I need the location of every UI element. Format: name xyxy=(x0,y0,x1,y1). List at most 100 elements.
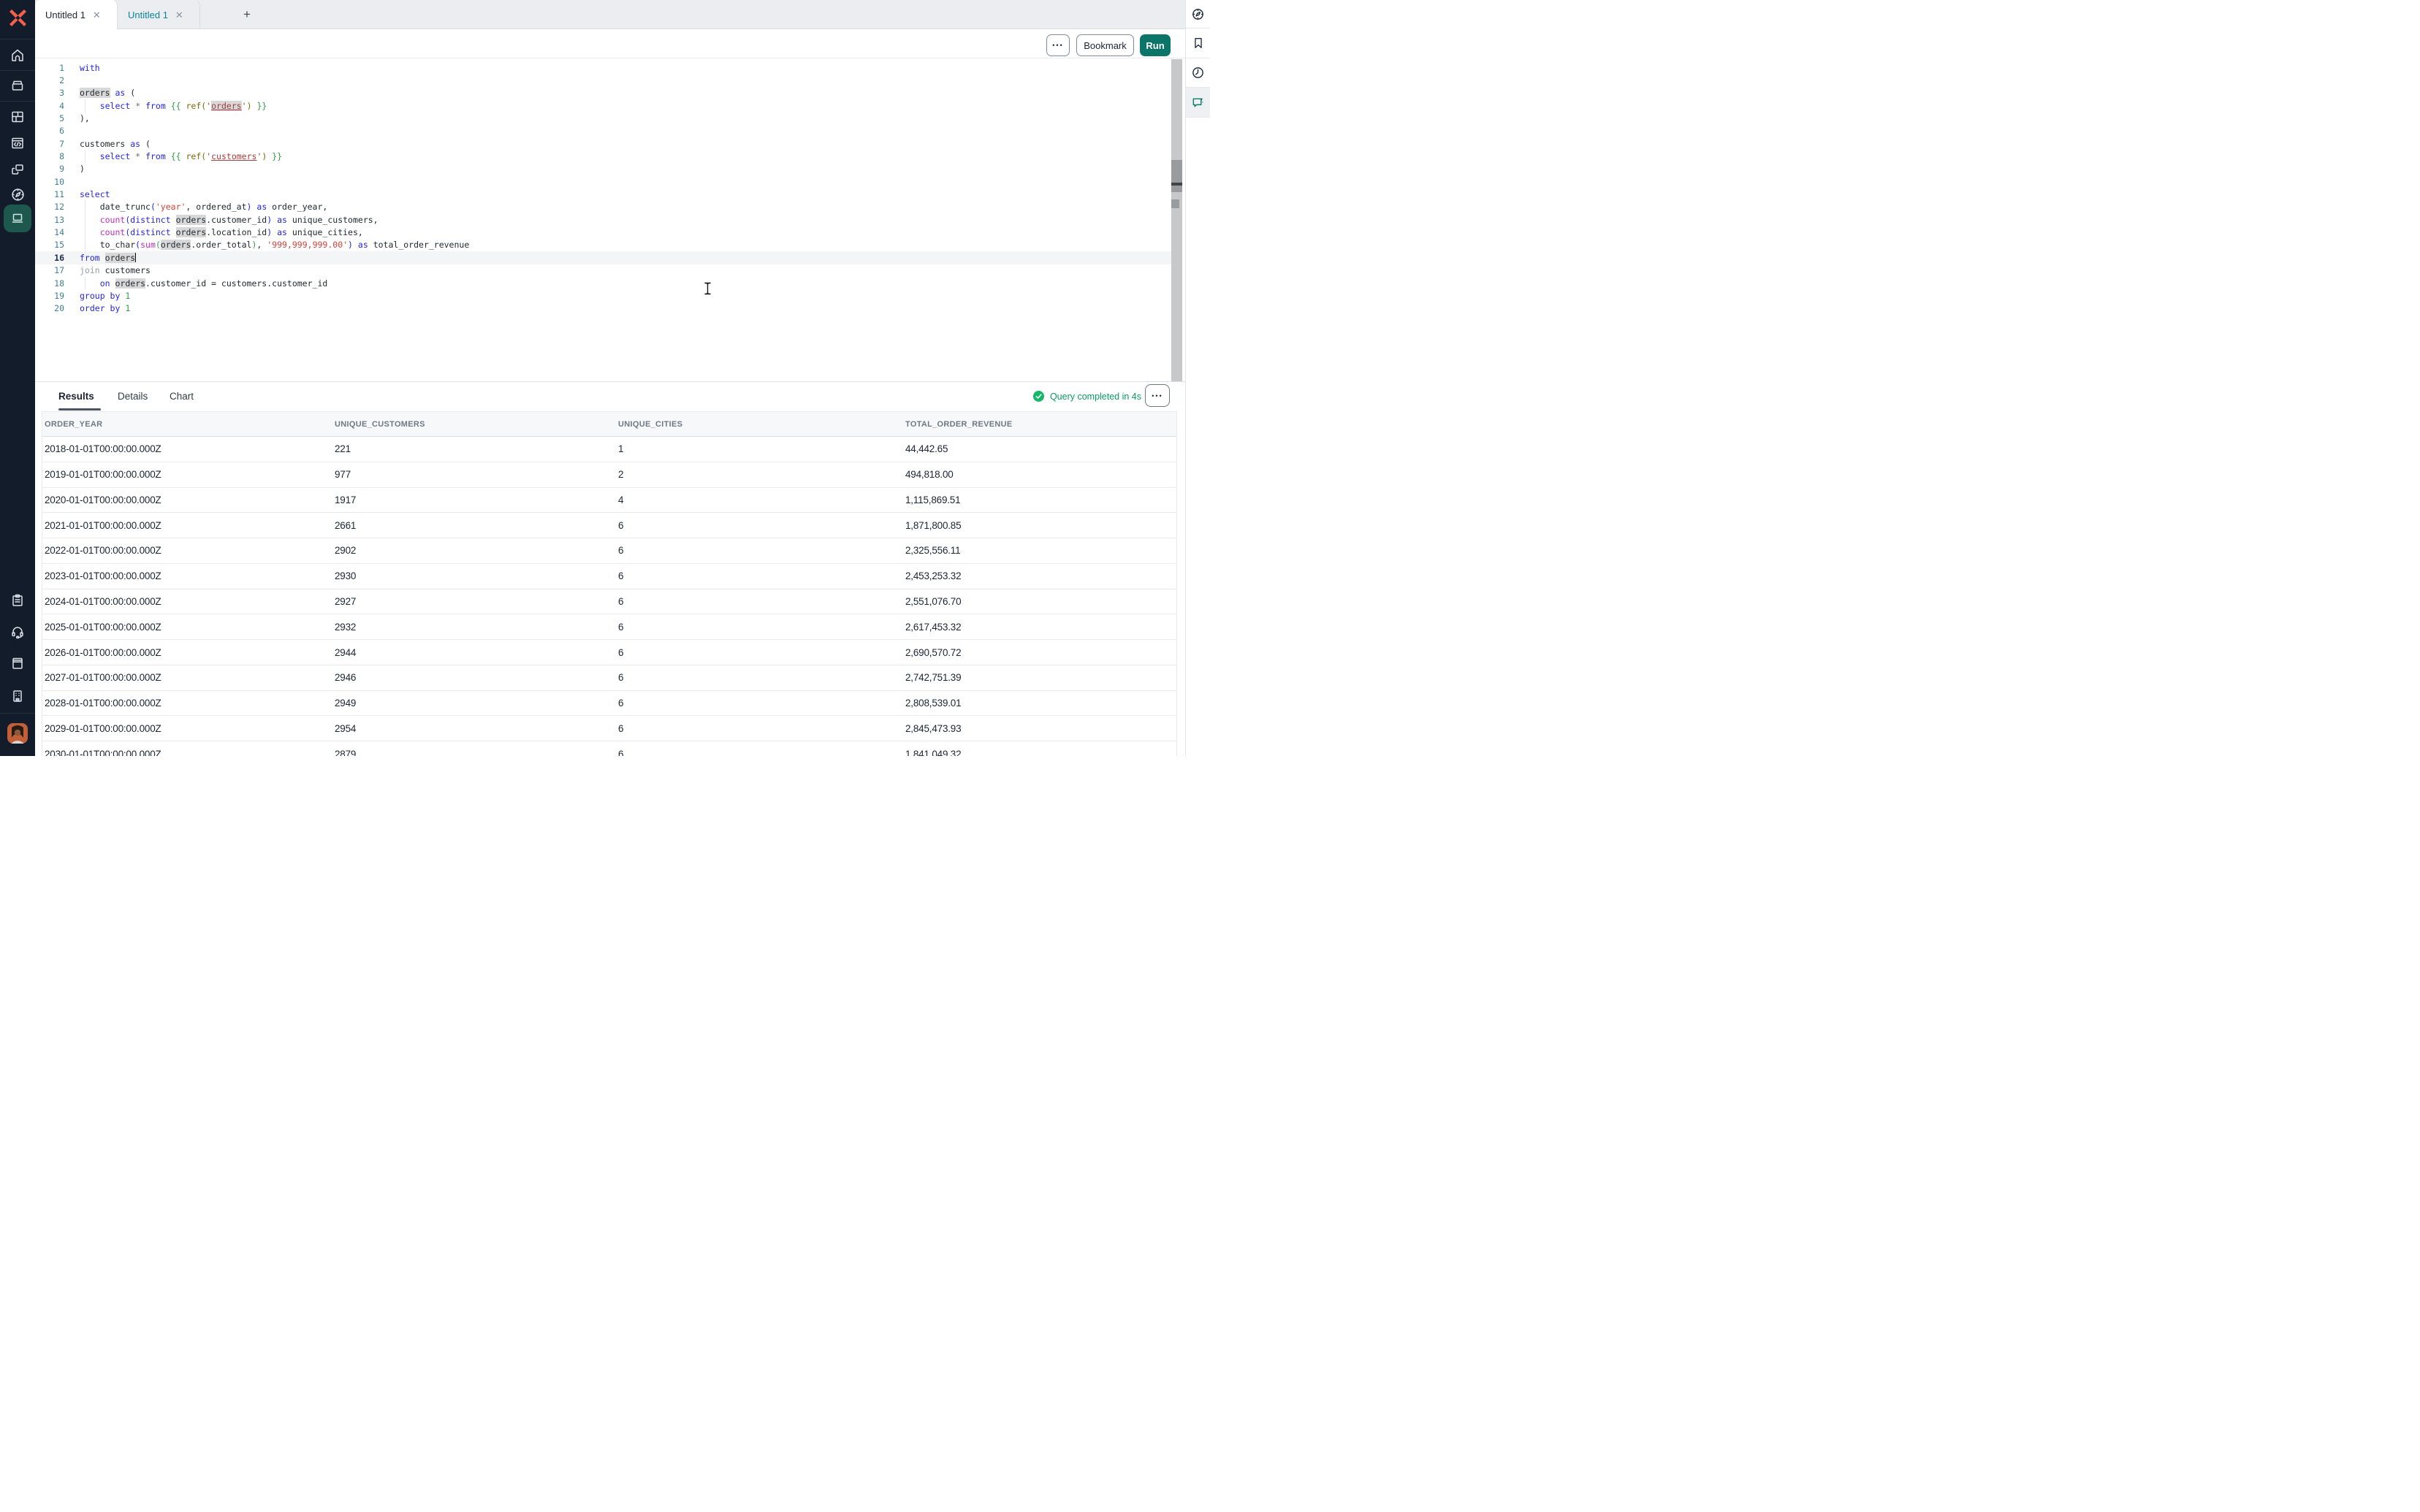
table-cell[interactable]: 6 xyxy=(616,622,903,633)
sidebar-item-apps[interactable] xyxy=(0,107,35,126)
table-cell[interactable]: 2021-01-01T00:00:00.000Z xyxy=(42,520,332,531)
column-header[interactable]: UNIQUE_CUSTOMERS xyxy=(332,420,616,429)
sidebar-item-home[interactable] xyxy=(0,46,35,65)
table-cell[interactable]: 1,841,049.32 xyxy=(903,749,1176,756)
scrollbar-thumb[interactable] xyxy=(1171,160,1182,192)
table-row[interactable]: 2024-01-01T00:00:00.000Z292762,551,076.7… xyxy=(42,589,1176,615)
code-text[interactable]: group by 1 xyxy=(80,291,130,301)
table-cell[interactable]: 2944 xyxy=(332,647,616,658)
code-text[interactable]: ) xyxy=(80,164,85,174)
table-row[interactable]: 2026-01-01T00:00:00.000Z294462,690,570.7… xyxy=(42,640,1176,665)
table-cell[interactable]: 6 xyxy=(616,647,903,658)
table-cell[interactable]: 2949 xyxy=(332,698,616,709)
code-text[interactable]: join customers xyxy=(80,265,151,275)
editor-scrollbar[interactable] xyxy=(1171,59,1182,381)
code-line[interactable]: 7customers as ( xyxy=(35,137,1171,150)
code-line[interactable]: 13 count(distinct orders.customer_id) as… xyxy=(35,213,1171,226)
table-cell[interactable]: 1,871,800.85 xyxy=(903,520,1176,531)
code-line[interactable]: 10 xyxy=(35,175,1171,188)
code-line[interactable]: 5), xyxy=(35,112,1171,124)
sidebar-item-notebook-active[interactable] xyxy=(4,205,31,232)
sidebar-item-docs[interactable] xyxy=(0,654,35,673)
code-line[interactable]: 14 count(distinct orders.location_id) as… xyxy=(35,226,1171,238)
code-text[interactable]: select * from {{ ref('customers') }} xyxy=(80,151,282,161)
code-line[interactable]: 15 to_char(sum(orders.order_total), '999… xyxy=(35,239,1171,251)
right-rail-history[interactable] xyxy=(1186,58,1210,87)
code-text[interactable]: orders as ( xyxy=(80,88,135,98)
table-cell[interactable]: 494,818.00 xyxy=(903,469,1176,480)
table-cell[interactable]: 2029-01-01T00:00:00.000Z xyxy=(42,723,332,734)
tab-untitled-2[interactable]: Untitled 1 ✕ xyxy=(118,0,200,29)
code-line[interactable]: 6 xyxy=(35,125,1171,137)
table-cell[interactable]: 1 xyxy=(616,443,903,454)
bookmark-button[interactable]: Bookmark xyxy=(1076,34,1134,56)
tab-results[interactable]: Results xyxy=(58,382,94,411)
hex-logo[interactable] xyxy=(0,6,35,29)
right-rail-bookmarks[interactable] xyxy=(1186,28,1210,58)
code-text[interactable]: count(distinct orders.location_id) as un… xyxy=(80,227,363,237)
user-avatar[interactable] xyxy=(7,723,28,744)
code-line[interactable]: 1with xyxy=(35,61,1171,74)
table-cell[interactable]: 2 xyxy=(616,469,903,480)
table-cell[interactable]: 2020-01-01T00:00:00.000Z xyxy=(42,495,332,505)
sidebar-item-explore[interactable] xyxy=(0,185,35,204)
table-cell[interactable]: 6 xyxy=(616,570,903,581)
table-cell[interactable]: 2026-01-01T00:00:00.000Z xyxy=(42,647,332,658)
code-line[interactable]: 4 select * from {{ ref('orders') }} xyxy=(35,99,1171,112)
table-row[interactable]: 2029-01-01T00:00:00.000Z295462,845,473.9… xyxy=(42,716,1176,741)
code-line[interactable]: 3orders as ( xyxy=(35,87,1171,99)
code-text[interactable]: from orders xyxy=(80,253,136,263)
table-cell[interactable]: 2023-01-01T00:00:00.000Z xyxy=(42,570,332,581)
close-icon[interactable]: ✕ xyxy=(175,10,183,20)
table-cell[interactable]: 4 xyxy=(616,495,903,505)
table-row[interactable]: 2027-01-01T00:00:00.000Z294662,742,751.3… xyxy=(42,665,1176,691)
sidebar-item-support[interactable] xyxy=(0,622,35,641)
table-cell[interactable]: 2028-01-01T00:00:00.000Z xyxy=(42,698,332,709)
results-more-button[interactable]: ••• xyxy=(1145,384,1170,407)
table-cell[interactable]: 2025-01-01T00:00:00.000Z xyxy=(42,622,332,633)
table-cell[interactable]: 6 xyxy=(616,545,903,556)
sidebar-item-collections[interactable] xyxy=(0,76,35,95)
sidebar-item-code[interactable] xyxy=(0,134,35,153)
column-header[interactable]: TOTAL_ORDER_REVENUE xyxy=(903,420,1176,429)
code-line[interactable]: 9) xyxy=(35,163,1171,175)
table-cell[interactable]: 2,808,539.01 xyxy=(903,698,1176,709)
sql-editor[interactable]: 1with23orders as (4 select * from {{ ref… xyxy=(35,59,1185,381)
code-text[interactable]: ), xyxy=(80,113,90,123)
right-rail-explore[interactable] xyxy=(1186,0,1210,28)
table-row[interactable]: 2023-01-01T00:00:00.000Z293062,453,253.3… xyxy=(42,564,1176,589)
table-row[interactable]: 2025-01-01T00:00:00.000Z293262,617,453.3… xyxy=(42,614,1176,640)
more-options-button[interactable]: ••• xyxy=(1046,34,1070,56)
code-line[interactable]: 19group by 1 xyxy=(35,289,1171,302)
code-line[interactable]: 20order by 1 xyxy=(35,302,1171,315)
table-cell[interactable]: 977 xyxy=(332,469,616,480)
table-cell[interactable]: 2,453,253.32 xyxy=(903,570,1176,581)
tab-details[interactable]: Details xyxy=(118,382,148,411)
code-line[interactable]: 11select xyxy=(35,188,1171,200)
table-cell[interactable]: 2018-01-01T00:00:00.000Z xyxy=(42,443,332,454)
table-row[interactable]: 2020-01-01T00:00:00.000Z191741,115,869.5… xyxy=(42,488,1176,513)
table-cell[interactable]: 44,442.65 xyxy=(903,443,1176,454)
table-cell[interactable]: 2879 xyxy=(332,749,616,756)
column-header[interactable]: UNIQUE_CITIES xyxy=(616,420,903,429)
table-cell[interactable]: 2,690,570.72 xyxy=(903,647,1176,658)
code-text[interactable]: date_trunc('year', ordered_at) as order_… xyxy=(80,202,327,212)
code-text[interactable]: with xyxy=(80,63,100,73)
code-text[interactable]: count(distinct orders.customer_id) as un… xyxy=(80,215,378,225)
table-cell[interactable]: 6 xyxy=(616,520,903,531)
table-cell[interactable]: 2927 xyxy=(332,596,616,607)
code-text[interactable]: select * from {{ ref('orders') }} xyxy=(80,101,267,111)
table-cell[interactable]: 2930 xyxy=(332,570,616,581)
sidebar-item-workspace[interactable] xyxy=(0,687,35,706)
table-row[interactable]: 2018-01-01T00:00:00.000Z221144,442.65 xyxy=(42,437,1176,462)
code-text[interactable]: order by 1 xyxy=(80,303,130,313)
tab-chart[interactable]: Chart xyxy=(170,382,194,411)
table-cell[interactable]: 6 xyxy=(616,672,903,683)
code-line[interactable]: 16from orders xyxy=(35,251,1171,264)
table-cell[interactable]: 2024-01-01T00:00:00.000Z xyxy=(42,596,332,607)
close-icon[interactable]: ✕ xyxy=(93,10,101,20)
table-row[interactable]: 2030-01-01T00:00:00.000Z287961,841,049.3… xyxy=(42,741,1176,756)
table-row[interactable]: 2021-01-01T00:00:00.000Z266161,871,800.8… xyxy=(42,513,1176,538)
table-cell[interactable]: 2954 xyxy=(332,723,616,734)
code-line[interactable]: 18 on orders.customer_id = customers.cus… xyxy=(35,277,1171,289)
